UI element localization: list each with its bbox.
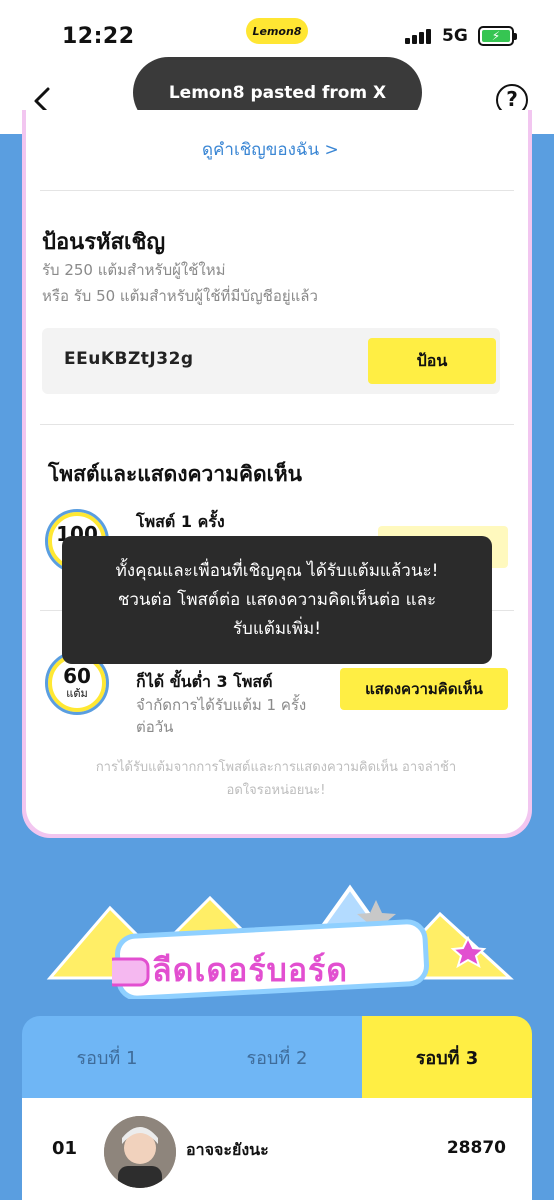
row-username: อาจจะยังนะ <box>186 1140 269 1159</box>
signal-icon <box>405 28 435 44</box>
leaderboard-row[interactable]: 01 อาจจะยังนะ 28870 <box>22 1098 532 1200</box>
network-type: 5G <box>442 26 468 46</box>
post-comment-title: โพสต์และแสดงความคิดเห็น <box>48 462 303 486</box>
toast-line: รับแต้มเพิ่ม! <box>232 619 322 639</box>
invite-code-value[interactable]: EEuKBZtJ32g <box>64 349 194 369</box>
invite-code-field[interactable]: EEuKBZtJ32g ป้อน <box>42 328 500 394</box>
invite-subtitle-existing: หรือ รับ 50 แต้มสำหรับผู้ใช้ที่มีบัญชีอย… <box>42 287 318 305</box>
post-task-title: โพสต์ 1 ครั้ง <box>136 512 225 531</box>
divider <box>40 424 514 425</box>
row-score: 28870 <box>446 1138 506 1158</box>
leaderboard-title: ลีดเดอร์บอร์ด <box>152 951 349 989</box>
battery-icon: ⚡ <box>478 26 517 46</box>
rewards-card: ดูคำเชิญของฉัน > ป้อนรหัสเชิญ รับ 250 แต… <box>22 110 532 838</box>
avatar[interactable] <box>104 1116 176 1188</box>
lemon8-app-badge[interactable]: Lemon8 <box>246 18 308 44</box>
toast-line: ชวนต่อ โพสต์ต่อ แสดงความคิดเห็นต่อ และ <box>117 590 437 610</box>
row-rank: 01 <box>52 1138 78 1159</box>
comment-task-title: ก็ได้ ขั้นต่ำ 3 โพสต์ <box>136 672 273 691</box>
view-my-invites-link[interactable]: ดูคำเชิญของฉัน > <box>202 136 339 163</box>
points-received-toast: ทั้งคุณและเพื่อนที่เชิญคุณ ได้รับแต้มแล้… <box>62 536 492 664</box>
tab-round-2[interactable]: รอบที่ 2 <box>192 1016 362 1098</box>
points-delay-note: การได้รับแต้มจากการโพสต์และการแสดงความคิ… <box>95 760 457 798</box>
tab-round-1[interactable]: รอบที่ 1 <box>22 1016 192 1098</box>
round-tabs: รอบที่ 1 รอบที่ 2 รอบที่ 3 <box>22 1016 532 1098</box>
invite-subtitle-new: รับ 250 แต้มสำหรับผู้ใช้ใหม่ <box>42 261 226 279</box>
comment-points-unit: แต้ม <box>66 687 88 700</box>
toast-line: ทั้งคุณและเพื่อนที่เชิญคุณ ได้รับแต้มแล้… <box>115 561 439 581</box>
divider <box>40 190 514 191</box>
comment-points-value: 60 <box>63 664 91 688</box>
status-time: 12:22 <box>62 24 135 49</box>
invite-code-title: ป้อนรหัสเชิญ <box>42 230 166 255</box>
tab-round-3[interactable]: รอบที่ 3 <box>362 1016 532 1098</box>
comment-task-limit: จำกัดการได้รับแต้ม 1 ครั้งต่อวัน <box>136 696 307 736</box>
comment-button[interactable]: แสดงความคิดเห็น <box>340 668 508 710</box>
enter-code-button[interactable]: ป้อน <box>368 338 496 384</box>
